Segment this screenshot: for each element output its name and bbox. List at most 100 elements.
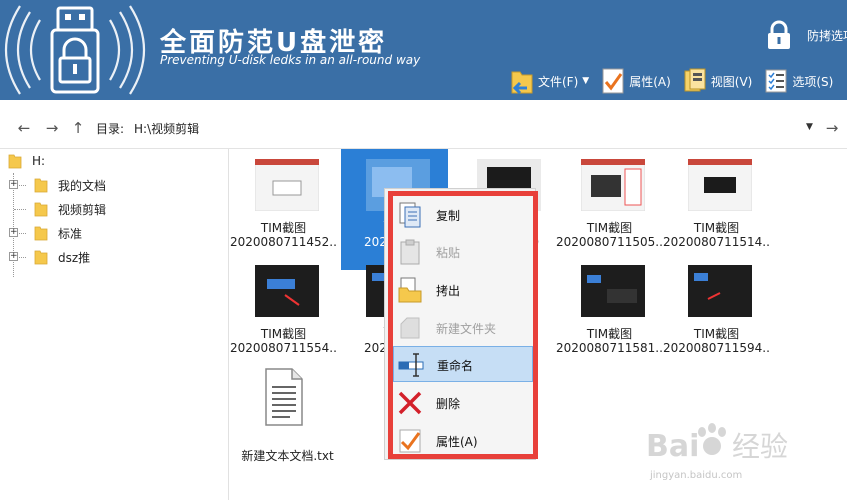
directory-path-input[interactable]: H:\视频剪辑 [134, 120, 199, 137]
image-thumbnail-icon [255, 265, 319, 317]
properties-check-icon [602, 68, 624, 94]
file-item[interactable]: TIM截图 2020080711505... [556, 149, 663, 255]
rename-cursor-icon [398, 353, 424, 377]
file-item[interactable]: TIM截图 2020080711452... [230, 149, 337, 255]
address-bar: ← → ↑ 目录: H:\视频剪辑 ▼ → [0, 112, 847, 144]
file-name: TIM截图 [260, 221, 307, 235]
file-item[interactable]: TIM截图 2020080711594... [663, 255, 770, 361]
menu-item-label: 重命名 [437, 359, 474, 373]
file-item[interactable]: TIM截图 2020080711514... [663, 149, 770, 255]
menu-item-paste[interactable]: 粘贴 [393, 234, 533, 270]
menu-item-label: 新建文件夹 [436, 322, 497, 336]
tree-item[interactable]: dsz推 [34, 247, 90, 267]
paste-icon [400, 239, 420, 265]
app-header: 全面防范U盘泄密 Preventing U-disk ledks in an a… [0, 0, 847, 100]
image-thumbnail-icon [581, 265, 645, 317]
app-window: 全面防范U盘泄密 Preventing U-disk ledks in an a… [0, 0, 847, 500]
file-name: TIM截图 [586, 327, 633, 341]
copy-icon [399, 202, 421, 228]
file-name: 2020080711452... [230, 235, 337, 249]
tree-item[interactable]: 视频剪辑 [34, 199, 106, 219]
image-thumbnail-icon [688, 265, 752, 317]
menu-item-label: 粘贴 [436, 246, 461, 260]
usb-lock-logo-icon [4, 5, 146, 95]
view-button[interactable]: 视图(V) [679, 66, 757, 96]
file-item[interactable]: TIM截图 2020080711554... [230, 255, 337, 361]
file-name: TIM截图 [693, 327, 740, 341]
file-name: 新建文本文档.txt [241, 449, 334, 463]
file-name: 2020080711581... [556, 341, 663, 355]
menu-item-export[interactable]: 拷出 [393, 272, 533, 308]
file-name: 2020080711514... [663, 235, 770, 249]
tree-guide-line [14, 209, 26, 210]
properties-label: 属性(A) [629, 74, 671, 89]
expand-plus-icon[interactable]: + [9, 252, 18, 261]
menu-item-label: 属性(A) [436, 435, 478, 449]
tree-item-label: 标准 [58, 226, 83, 241]
properties-check-icon [399, 429, 421, 453]
menu-item-label: 删除 [436, 397, 461, 411]
file-folder-icon [511, 71, 533, 95]
folder-icon [34, 202, 48, 217]
tree-item-label: dsz推 [58, 250, 91, 265]
svg-text:经验: 经验 [732, 430, 788, 463]
menu-item-label: 复制 [436, 209, 461, 223]
back-arrow-icon[interactable]: ← [14, 118, 34, 138]
forward-arrow-icon[interactable]: → [42, 118, 62, 138]
file-name: 2020080711594... [663, 341, 770, 355]
file-name: 2020080711554... [230, 341, 337, 355]
image-thumbnail-icon [688, 159, 752, 211]
view-icon [684, 68, 706, 92]
image-thumbnail-icon [255, 159, 319, 211]
chevron-down-icon[interactable]: ▼ [806, 122, 813, 132]
tree-item-root[interactable]: H: [8, 151, 45, 171]
view-label: 视图(V) [710, 74, 753, 89]
folder-icon [34, 226, 48, 241]
menu-item-delete[interactable]: 删除 [393, 385, 533, 421]
menu-item-copy[interactable]: 复制 [393, 197, 533, 233]
text-document-icon [265, 368, 303, 426]
directory-label: 目录: [96, 122, 125, 136]
app-subtitle: Preventing U-disk ledks in an all-round … [160, 53, 421, 67]
file-name: TIM截图 [693, 221, 740, 235]
menu-item-properties[interactable]: 属性(A) [393, 423, 533, 459]
folder-tree: H: + 我的文档 视频剪辑 + 标准 + dsz推 [0, 149, 229, 500]
chevron-down-icon: ▼ [582, 76, 590, 86]
new-folder-icon [400, 317, 420, 339]
svg-text:Bai: Bai [646, 429, 699, 464]
delete-x-icon [398, 391, 422, 415]
tree-item[interactable]: 标准 [34, 223, 82, 243]
menu-item-label: 拷出 [436, 284, 461, 298]
export-folder-icon [398, 277, 422, 303]
go-arrow-icon[interactable]: → [822, 118, 842, 138]
toolbar: 文件(F) ▼ 属性(A) 视图(V) 选项(S) [506, 64, 847, 98]
menu-item-rename[interactable]: 重命名 [393, 346, 533, 382]
tree-item-label: 我的文档 [58, 178, 107, 193]
expand-plus-icon[interactable]: + [9, 228, 18, 237]
options-label: 选项(S) [792, 74, 834, 89]
tree-item[interactable]: 我的文档 [34, 175, 106, 195]
file-name: TIM截图 [586, 221, 633, 235]
up-arrow-icon[interactable]: ↑ [68, 118, 88, 138]
options-list-icon [765, 69, 787, 93]
properties-button[interactable]: 属性(A) [597, 66, 675, 96]
file-item[interactable]: TIM截图 2020080711581... [556, 255, 663, 361]
image-thumbnail-icon [581, 159, 645, 211]
anti-copy-options-label[interactable]: 防拷选项 [807, 27, 847, 44]
file-menu-button[interactable]: 文件(F) ▼ [506, 66, 593, 96]
file-item[interactable]: 新建文本文档.txt [230, 361, 345, 467]
tree-item-label: H: [32, 154, 46, 168]
folder-icon [34, 250, 48, 265]
context-menu: 复制 粘贴 拷出 新建文件夹 重命名 删除 属性(A) [388, 191, 538, 459]
folder-icon [8, 154, 22, 169]
options-button[interactable]: 选项(S) [760, 66, 837, 96]
watermark-url: jingyan.baidu.com [650, 470, 743, 481]
tree-item-label: 视频剪辑 [58, 202, 107, 217]
file-name: TIM截图 [260, 327, 307, 341]
file-menu-label: 文件(F) [538, 74, 579, 89]
file-name: 2020080711505... [556, 235, 663, 249]
folder-icon [34, 178, 48, 193]
lock-icon[interactable] [766, 20, 792, 50]
expand-plus-icon[interactable]: + [9, 180, 18, 189]
menu-item-new-folder[interactable]: 新建文件夹 [393, 310, 533, 346]
